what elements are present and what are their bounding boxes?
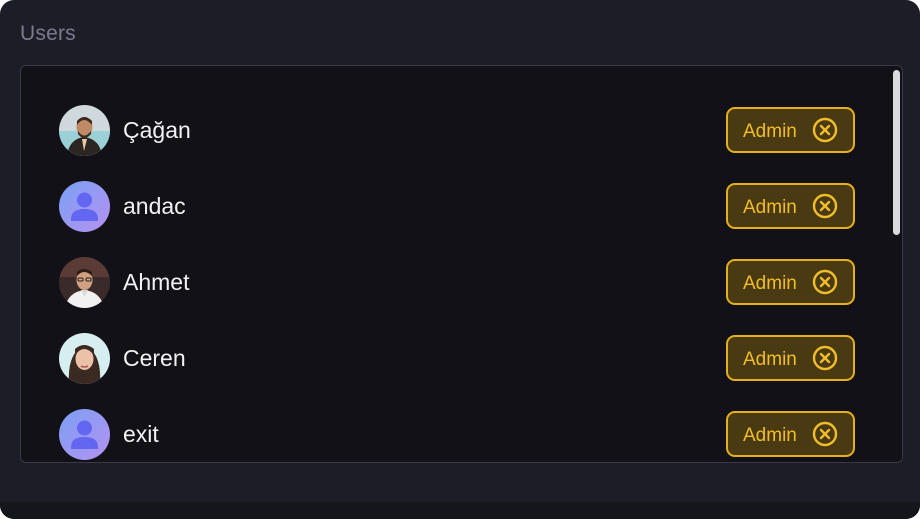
role-badge[interactable]: Admin [726, 411, 855, 457]
photo-avatar-woman-icon [59, 333, 110, 384]
list-item[interactable]: andac Admin [21, 172, 881, 232]
role-badge[interactable]: Admin [726, 335, 855, 381]
photo-avatar [59, 257, 110, 308]
section-title: Users [20, 22, 76, 45]
photo-avatar [59, 333, 110, 384]
scrollbar[interactable] [888, 66, 902, 462]
default-avatar [59, 409, 110, 460]
user-name: andac [123, 193, 186, 219]
user-name: exit [123, 421, 159, 447]
list-item[interactable]: Ceren Admin [21, 324, 881, 384]
user-name: Çağan [123, 117, 191, 143]
scrollbar-thumb[interactable] [893, 70, 900, 235]
close-circle-icon[interactable] [812, 345, 838, 371]
list-item[interactable]: Çağan Admin [21, 96, 881, 156]
role-label: Admin [743, 349, 797, 370]
role-badge[interactable]: Admin [726, 183, 855, 229]
role-label: Admin [743, 273, 797, 294]
close-circle-icon[interactable] [812, 269, 838, 295]
list-item[interactable]: exit Admin [21, 400, 881, 460]
default-avatar [59, 181, 110, 232]
role-label: Admin [743, 197, 797, 218]
photo-avatar-man-white-shirt-icon [59, 257, 110, 308]
user-name: Ceren [123, 345, 186, 371]
list-item[interactable]: Ahmet Admin [21, 248, 881, 308]
close-circle-icon[interactable] [812, 193, 838, 219]
role-label: Admin [743, 121, 797, 142]
close-circle-icon[interactable] [812, 117, 838, 143]
role-badge[interactable]: Admin [726, 259, 855, 305]
role-label: Admin [743, 425, 797, 446]
users-window: Users Çağan Admin andac Admin Ahmet Admi… [0, 0, 920, 519]
close-circle-icon[interactable] [812, 421, 838, 447]
users-list-panel[interactable]: Çağan Admin andac Admin Ahmet Admin Cere… [20, 65, 903, 463]
photo-avatar [59, 105, 110, 156]
user-name: Ahmet [123, 269, 190, 295]
photo-avatar-man-dark-shirt-icon [59, 105, 110, 156]
default-user-avatar-icon [59, 409, 110, 460]
role-badge[interactable]: Admin [726, 107, 855, 153]
footer-strip [0, 502, 920, 519]
default-user-avatar-icon [59, 181, 110, 232]
